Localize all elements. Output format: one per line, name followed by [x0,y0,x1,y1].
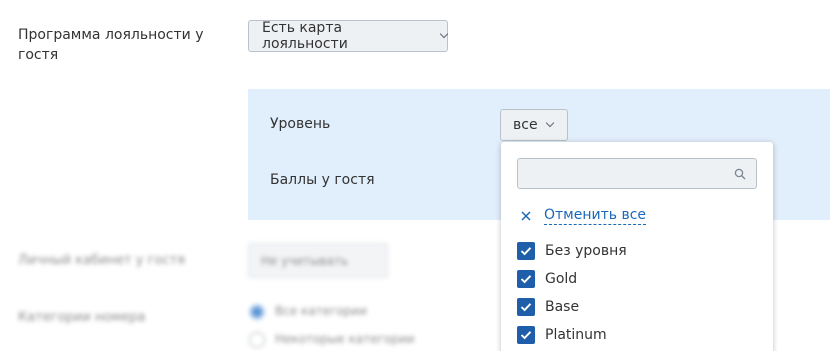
radio-some-categories-label: Некоторые категории [275,332,415,346]
level-search-input[interactable] [517,158,757,189]
checkmark-icon [520,275,532,284]
cancel-all-button[interactable]: Отменить все [520,206,647,225]
cancel-all-label: Отменить все [544,207,647,225]
level-select-value: все [513,117,538,133]
page: Программа лояльности у гостя Есть карта … [0,0,830,351]
level-option[interactable]: Base [517,297,579,317]
level-dropdown: Отменить все Без уровня Gold Base Platin… [501,142,773,351]
checkmark-icon [520,247,532,256]
chevron-down-icon [545,118,554,128]
level-option[interactable]: Platinum [517,325,607,345]
checkbox-checked[interactable] [517,298,535,316]
close-icon [521,210,531,221]
radio-some-categories[interactable] [249,332,265,348]
level-option[interactable]: Gold [517,269,577,289]
radio-all-categories[interactable] [249,304,265,320]
level-option-label: Без уровня [545,243,627,259]
checkbox-checked[interactable] [517,242,535,260]
points-label: Баллы у гостя [270,172,375,188]
chevron-down-icon [439,29,449,39]
account-select-value: Не учитывать [261,253,349,268]
checkbox-checked[interactable] [517,270,535,288]
level-option[interactable]: Без уровня [517,241,627,261]
checkmark-icon [520,331,532,340]
account-select[interactable]: Не учитывать [248,243,388,278]
level-label: Уровень [270,116,331,132]
loyalty-program-value: Есть карта лояльности [262,20,348,52]
radio-all-categories-label: Все категории [275,304,367,318]
account-label: Личный кабинет у гостя [18,253,185,268]
loyalty-program-select[interactable]: Есть карта лояльности [248,20,449,52]
level-select[interactable]: все [500,109,568,141]
checkmark-icon [520,303,532,312]
room-category-label: Категории номера [18,310,146,325]
search-icon [734,168,746,180]
level-option-label: Gold [545,271,578,287]
loyalty-program-label: Программа лояльности у гостя [18,27,204,63]
level-option-label: Base [545,299,580,315]
level-option-label: Platinum [545,327,607,343]
checkbox-checked[interactable] [517,326,535,344]
